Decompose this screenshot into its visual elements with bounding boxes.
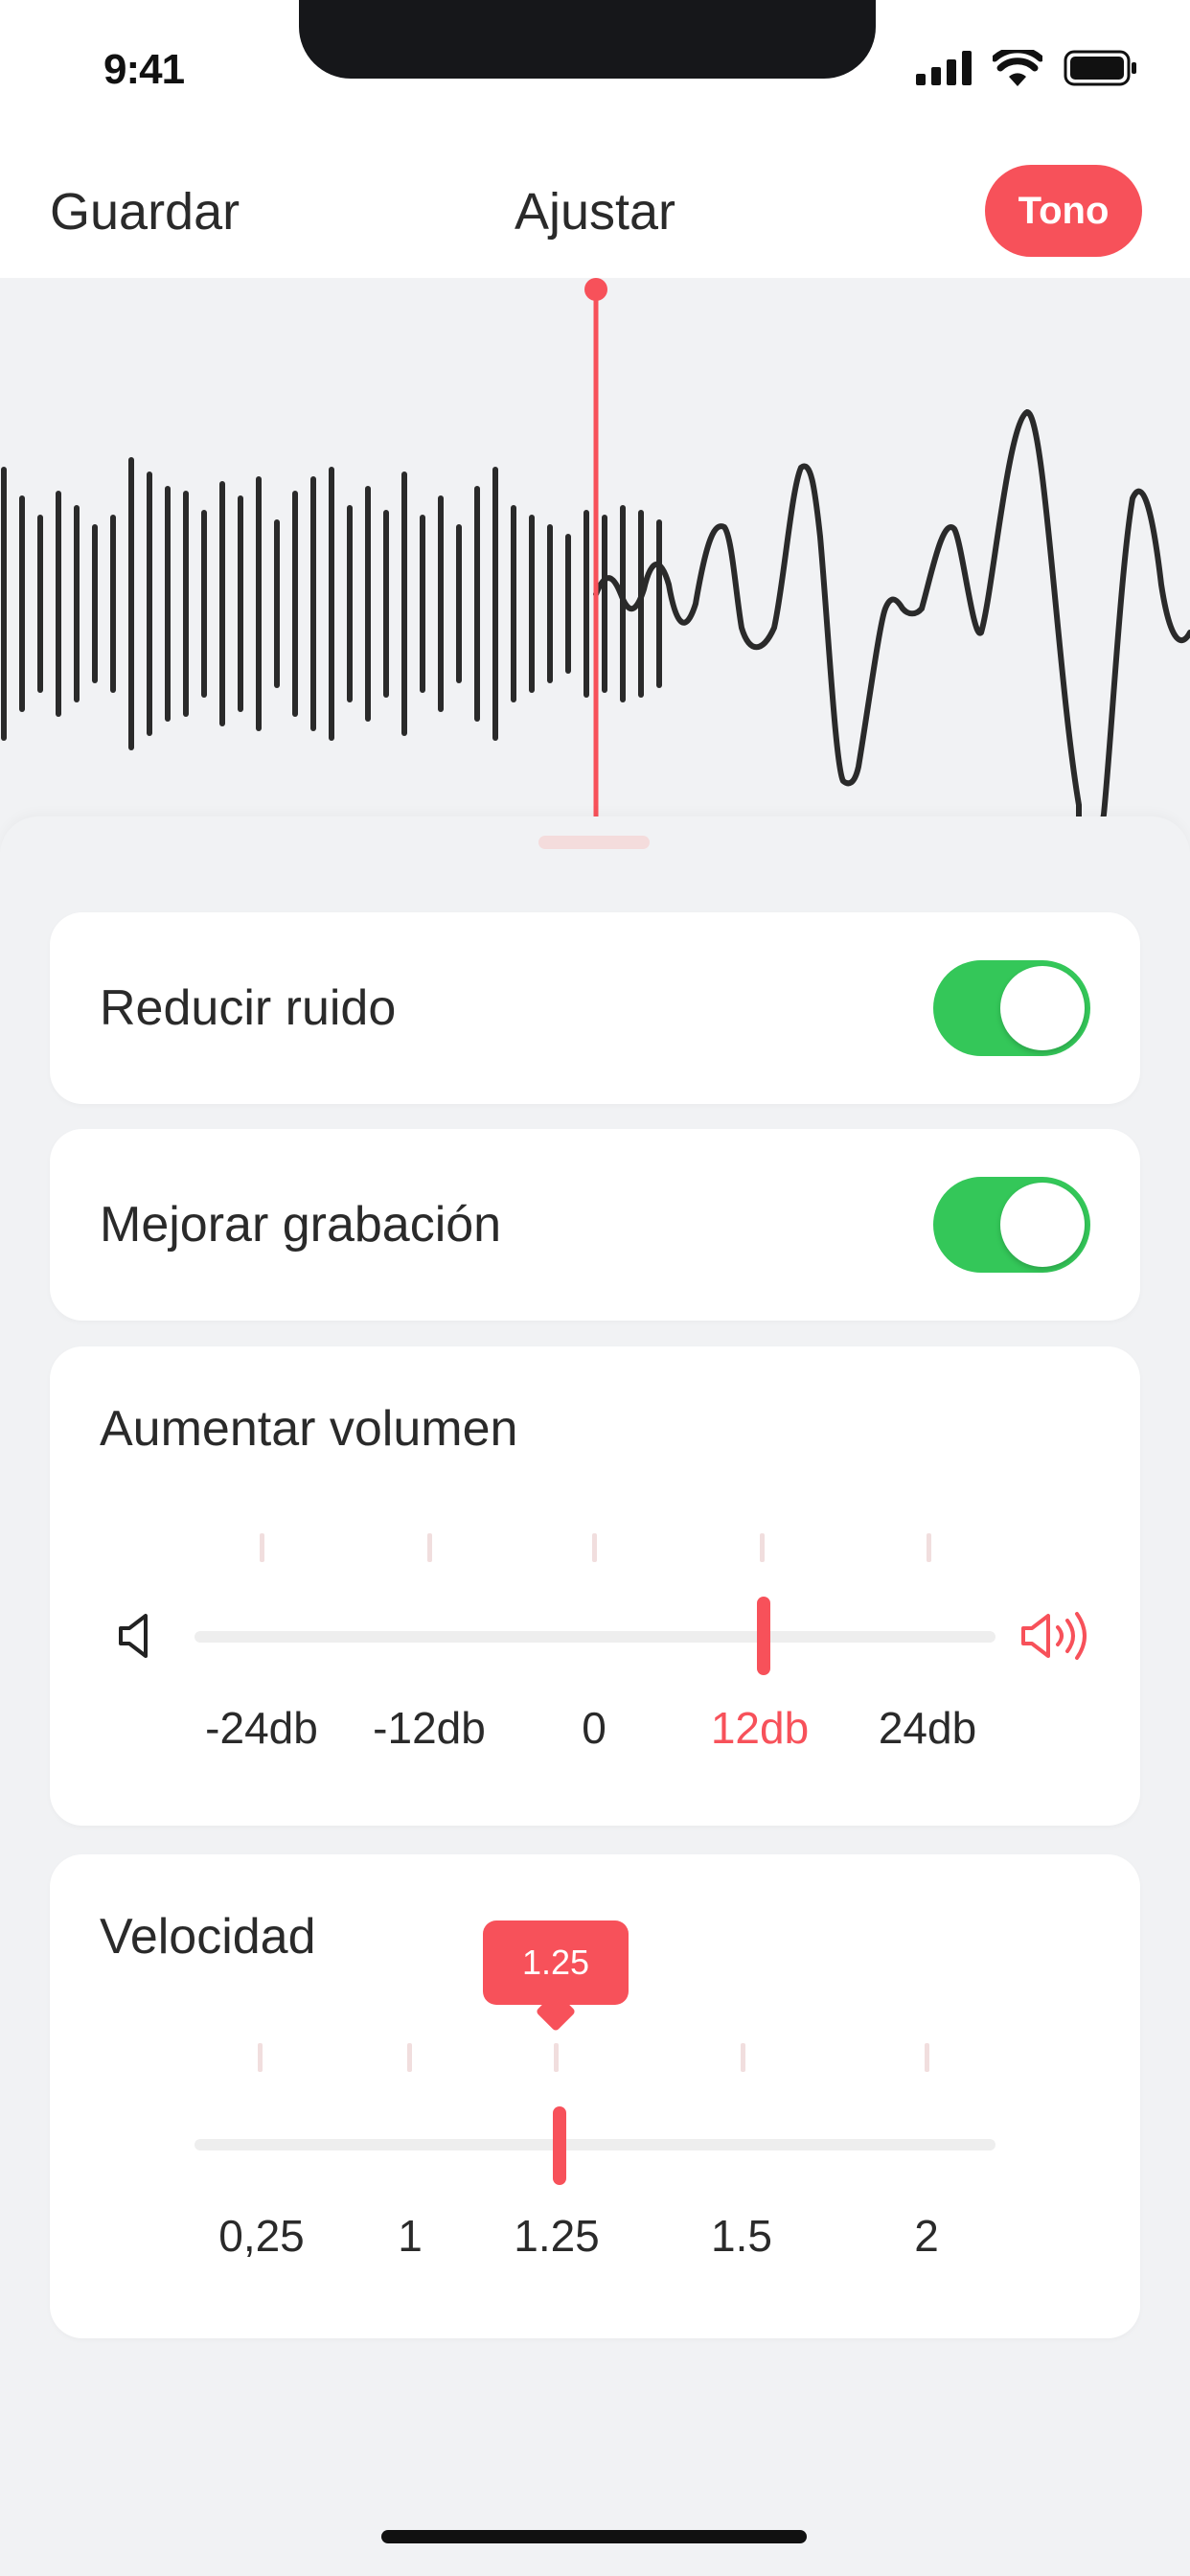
- speed-slider-track[interactable]: [195, 2139, 995, 2150]
- volume-option-selected[interactable]: 12db: [711, 1702, 809, 1754]
- speed-option-selected[interactable]: 1.25: [514, 2210, 600, 2262]
- volume-tick: [760, 1533, 765, 1562]
- battery-icon: [1064, 50, 1136, 86]
- enhance-recording-label: Mejorar grabación: [100, 1197, 502, 1253]
- playhead-dot: [584, 278, 607, 301]
- volume-tick: [927, 1533, 931, 1562]
- enhance-recording-toggle[interactable]: [933, 1177, 1090, 1273]
- speed-tick: [741, 2043, 745, 2072]
- volume-option[interactable]: 24db: [879, 1702, 976, 1754]
- device-notch: [299, 0, 876, 79]
- speed-slider-thumb[interactable]: [553, 2106, 566, 2185]
- volume-tick: [427, 1533, 432, 1562]
- status-icons: [916, 50, 1138, 86]
- noise-reduction-toggle[interactable]: [933, 960, 1090, 1056]
- speaker-low-icon: [119, 1614, 148, 1658]
- volume-option[interactable]: -12db: [373, 1702, 486, 1754]
- speed-tick: [407, 2043, 412, 2072]
- status-time: 9:41: [103, 46, 185, 93]
- sheet-grabber[interactable]: [538, 836, 650, 849]
- speed-tooltip: 1.25: [483, 1920, 629, 2005]
- status-bar: 9:41: [0, 0, 1190, 134]
- waveform-curve: [593, 408, 1190, 824]
- speed-option[interactable]: 2: [914, 2210, 939, 2262]
- volume-card: Aumentar volumen: [50, 1346, 1140, 1826]
- toggle-knob: [1000, 1183, 1085, 1267]
- tone-button[interactable]: Tono: [985, 165, 1142, 257]
- speed-tick: [554, 2043, 559, 2072]
- speed-option[interactable]: 1.5: [711, 2210, 772, 2262]
- wifi-icon: [993, 50, 1042, 86]
- volume-slider-thumb[interactable]: [757, 1597, 770, 1675]
- waveform: [1, 278, 1190, 824]
- speed-option[interactable]: 1: [398, 2210, 423, 2262]
- toggle-knob: [1000, 966, 1085, 1050]
- enhance-recording-card: Mejorar grabación: [50, 1129, 1140, 1321]
- volume-option[interactable]: 0: [582, 1702, 606, 1754]
- navigation-bar: Guardar Ajustar Tono: [0, 134, 1190, 278]
- volume-option[interactable]: -24db: [205, 1702, 318, 1754]
- volume-tick: [260, 1533, 264, 1562]
- speaker-high-icon: [1021, 1612, 1087, 1660]
- volume-label: Aumentar volumen: [100, 1401, 518, 1457]
- speed-label: Velocidad: [100, 1909, 316, 1965]
- speed-tick: [925, 2043, 929, 2072]
- noise-reduction-card: Reducir ruido: [50, 912, 1140, 1104]
- speed-tick: [258, 2043, 263, 2072]
- home-indicator[interactable]: [381, 2530, 807, 2543]
- volume-tick: [592, 1533, 597, 1562]
- speed-option[interactable]: 0,25: [218, 2210, 305, 2262]
- waveform-area[interactable]: [0, 278, 1190, 824]
- noise-reduction-label: Reducir ruido: [100, 980, 397, 1036]
- volume-slider-track[interactable]: [195, 1631, 995, 1643]
- signal-icon: [916, 51, 972, 85]
